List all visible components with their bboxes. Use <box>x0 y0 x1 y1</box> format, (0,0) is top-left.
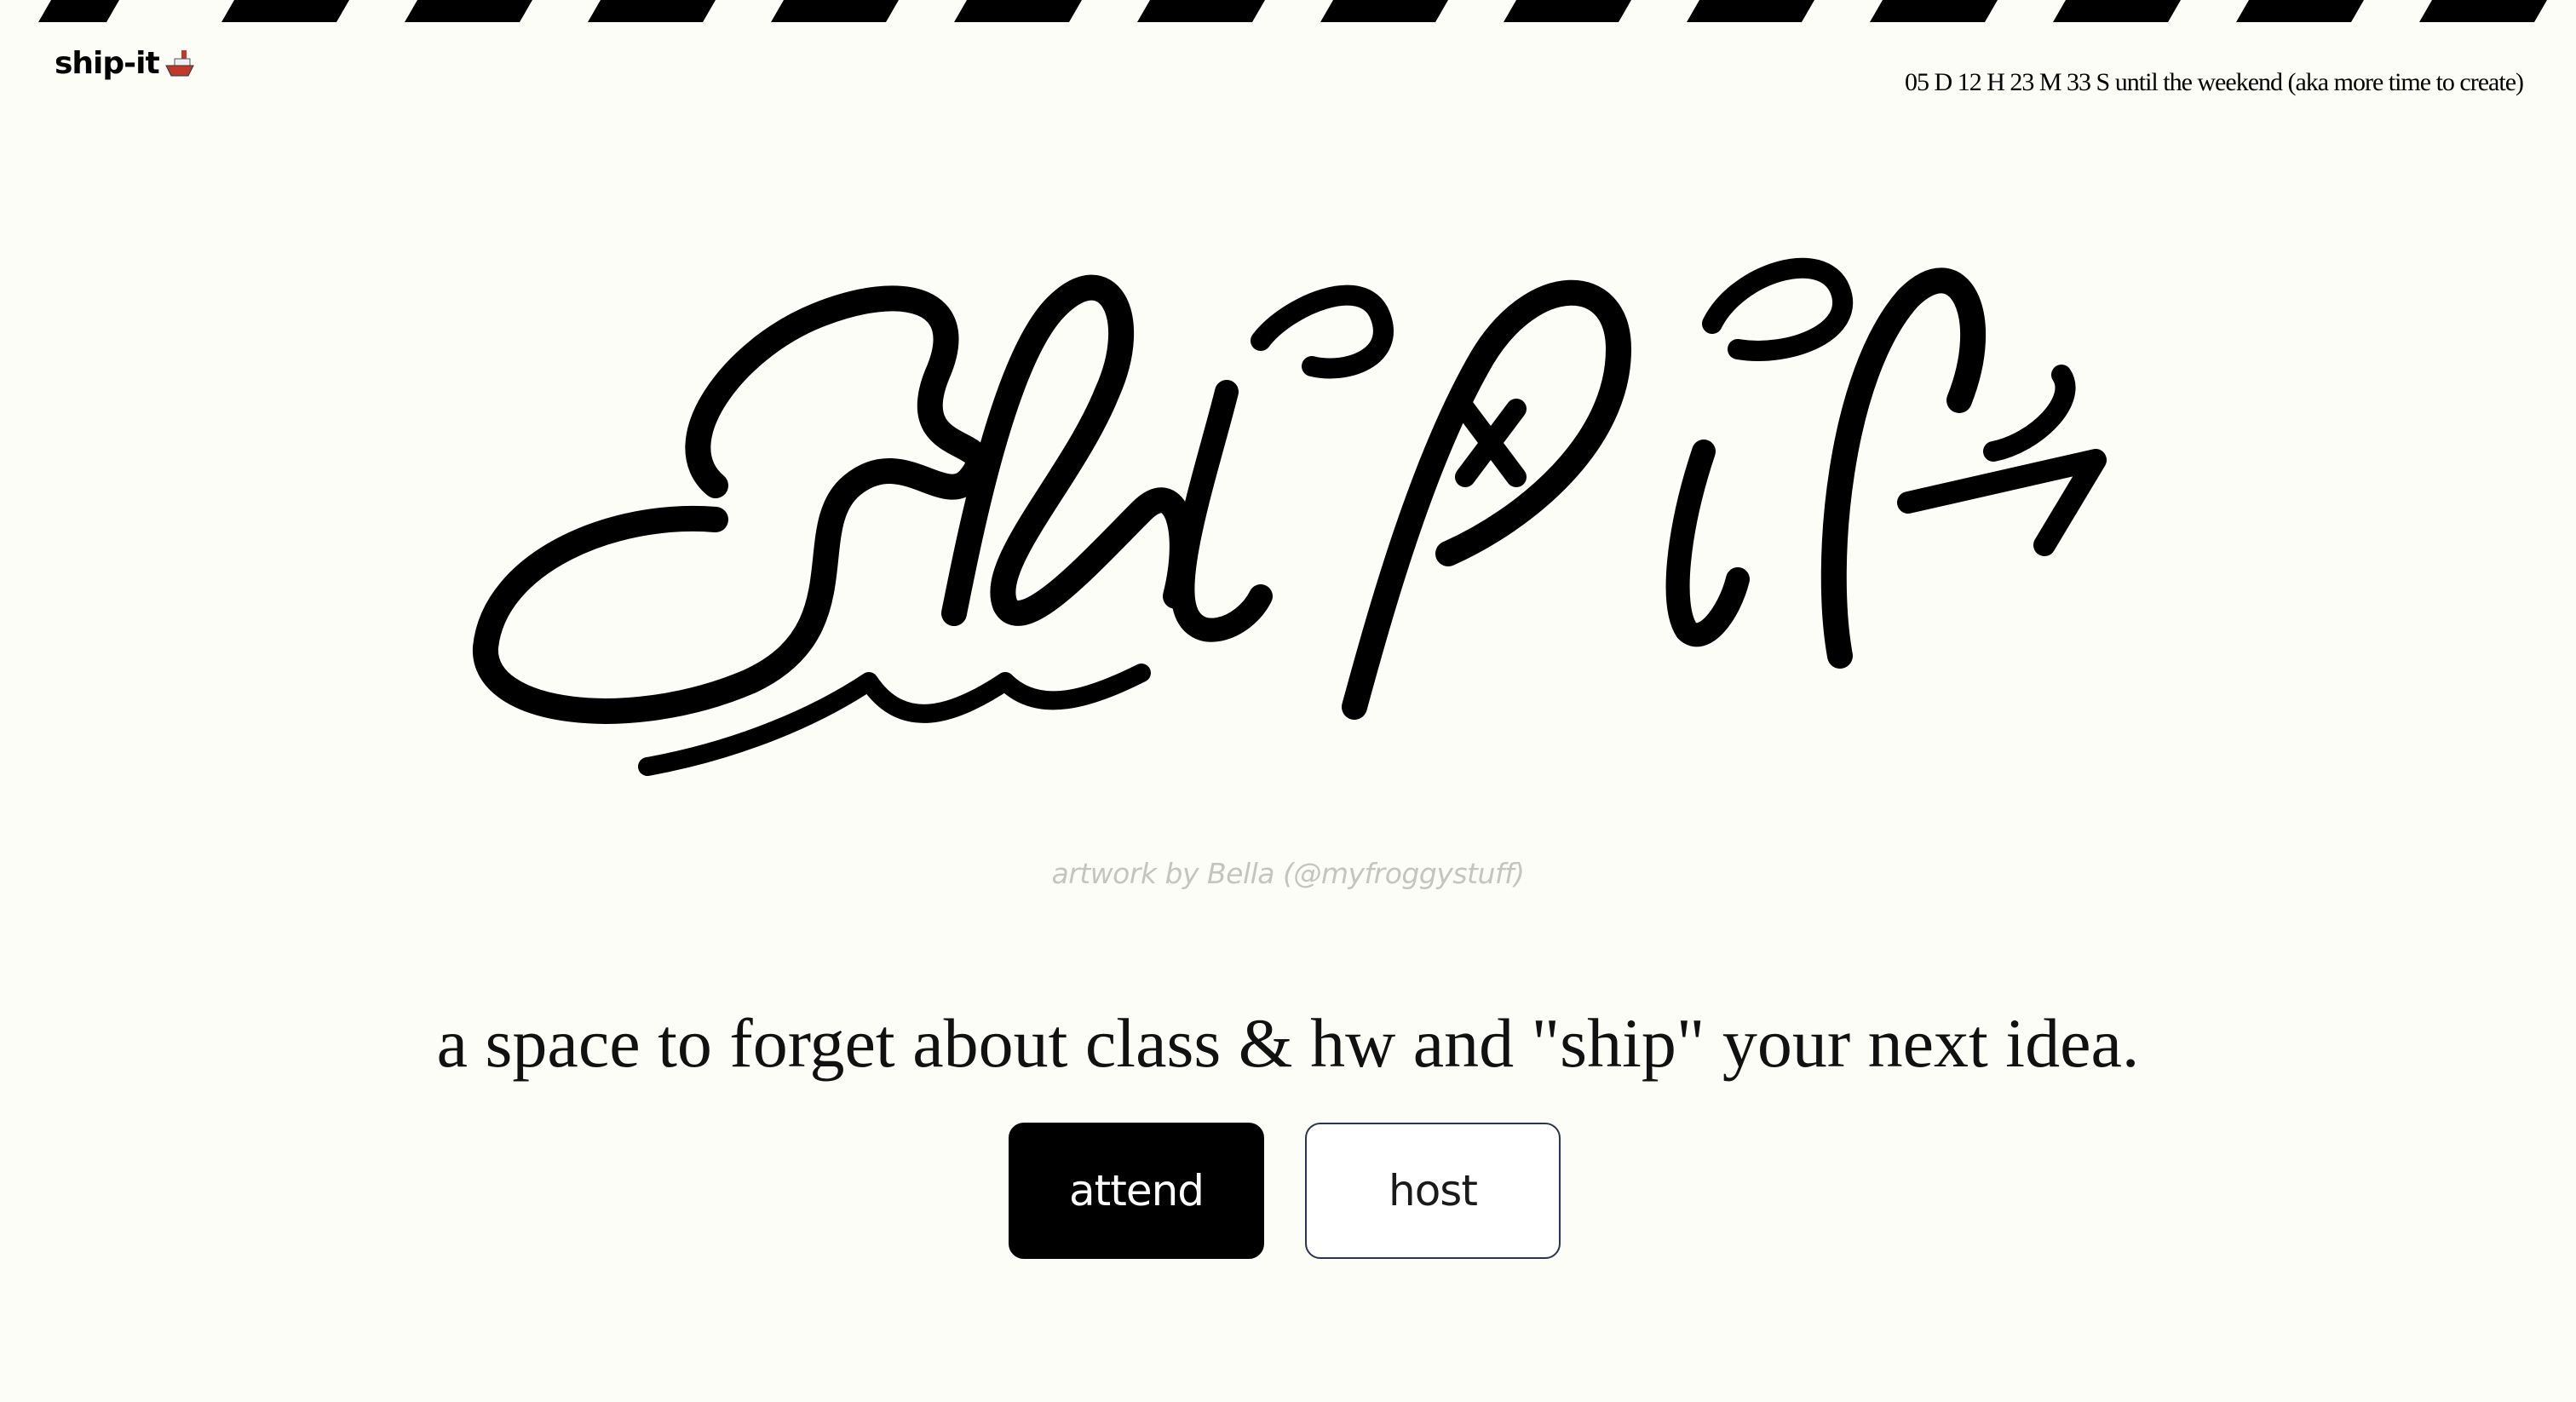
action-buttons: attend host <box>0 1123 2576 1259</box>
artwork-credit: artwork by Bella (@myfroggystuff) <box>1051 857 1525 890</box>
host-button[interactable]: host <box>1305 1123 1561 1259</box>
tagline: a space to forget about class & hw and "… <box>436 1004 2140 1082</box>
stripe-banner <box>0 0 2576 22</box>
attend-button[interactable]: attend <box>1009 1123 1264 1259</box>
logo-text: ship-it <box>55 46 160 81</box>
weekend-countdown: 05 D 12 H 23 M 33 S until the weekend (a… <box>1905 68 2524 96</box>
ship-it-artwork <box>460 204 2113 818</box>
ship-icon <box>163 47 197 81</box>
logo[interactable]: ship-it <box>55 46 197 81</box>
